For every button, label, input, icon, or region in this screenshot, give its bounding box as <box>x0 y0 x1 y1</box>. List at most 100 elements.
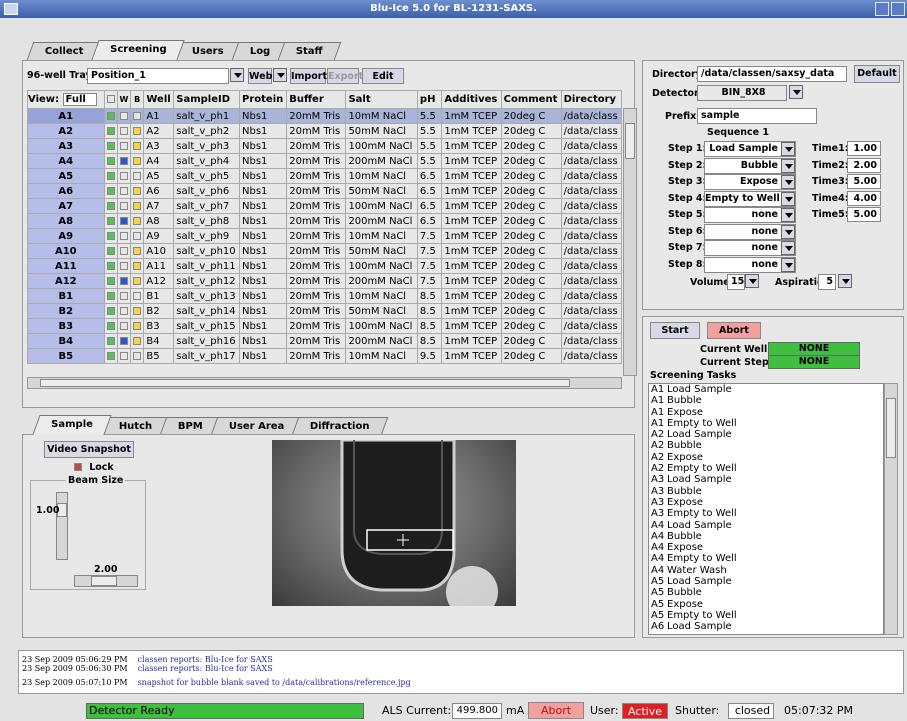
cell-salt[interactable]: 50mM NaCl <box>345 243 418 259</box>
cell-salt[interactable]: 200mM NaCl <box>345 153 418 169</box>
cell-ph[interactable]: 8.5 <box>416 288 443 304</box>
row-b-checkbox[interactable] <box>130 318 145 334</box>
cell-salt[interactable]: 100mM NaCl <box>345 258 418 274</box>
cell-salt[interactable]: 200mM NaCl <box>345 273 418 289</box>
cell-comment[interactable]: 20deg C <box>500 288 562 304</box>
window-menu-icon[interactable] <box>4 3 18 15</box>
web-button[interactable]: Web <box>248 68 272 84</box>
row-select-checkbox[interactable] <box>103 213 118 229</box>
step-dropdown-icon[interactable] <box>781 224 795 239</box>
well-cell[interactable]: A8 <box>27 213 105 229</box>
cell-salt[interactable]: 100mM NaCl <box>345 138 418 154</box>
cell-add[interactable]: 1mM TCEP <box>441 303 502 319</box>
cell-buffer[interactable]: 20mM Tris <box>286 258 347 274</box>
cell-ph[interactable]: 8.5 <box>416 333 443 349</box>
cell-protein[interactable]: Nbs1 <box>238 258 288 274</box>
cell-comment[interactable]: 20deg C <box>500 273 562 289</box>
screening-tasks-list[interactable]: A1 Load Sample A1 Bubble A1 Expose A1 Empty to … <box>648 383 884 635</box>
task-item[interactable]: A1 Load Sample <box>649 384 883 395</box>
cell-comment[interactable]: 20deg C <box>500 333 562 349</box>
row-b-checkbox[interactable] <box>130 138 145 154</box>
cell-dir[interactable]: /data/class <box>560 123 623 139</box>
global-abort-button[interactable]: Abort <box>528 702 584 719</box>
task-item[interactable]: A2 Bubble <box>649 440 883 451</box>
task-item[interactable]: A2 Expose <box>649 452 883 463</box>
well-cell[interactable]: A10 <box>27 243 105 259</box>
cell-add[interactable]: 1mM TCEP <box>441 153 502 169</box>
cell-protein[interactable]: Nbs1 <box>238 108 288 124</box>
header-salt[interactable]: Salt <box>345 90 418 109</box>
row-select-checkbox[interactable] <box>103 303 118 319</box>
well-cell[interactable]: A6 <box>27 183 105 199</box>
cell-comment[interactable]: 20deg C <box>500 153 562 169</box>
row-b-checkbox[interactable] <box>130 303 145 319</box>
task-item[interactable]: A5 Expose <box>649 599 883 610</box>
cell-dir[interactable]: /data/class <box>560 153 623 169</box>
cell-ph[interactable]: 7.5 <box>416 258 443 274</box>
cell-protein[interactable]: Nbs1 <box>238 228 288 244</box>
row-b-checkbox[interactable] <box>130 183 145 199</box>
well-cell[interactable]: B1 <box>27 288 105 304</box>
cell-comment[interactable]: 20deg C <box>500 228 562 244</box>
well-cell[interactable]: B5 <box>27 348 105 364</box>
task-item[interactable]: A3 Empty to Well <box>649 508 883 519</box>
step-dropdown-icon[interactable] <box>781 257 795 272</box>
cell-protein[interactable]: Nbs1 <box>238 123 288 139</box>
cell-id[interactable]: A4 <box>143 153 175 169</box>
row-select-checkbox[interactable] <box>103 108 118 124</box>
well-cell[interactable]: A9 <box>27 228 105 244</box>
header-additives[interactable]: Additives <box>441 90 502 109</box>
well-cell[interactable]: A2 <box>27 123 105 139</box>
view-select[interactable]: Full <box>62 93 97 106</box>
cell-sample[interactable]: salt_v_ph1 <box>173 108 240 124</box>
cell-dir[interactable]: /data/class <box>560 213 623 229</box>
cell-ph[interactable]: 5.5 <box>416 138 443 154</box>
cell-comment[interactable]: 20deg C <box>500 168 562 184</box>
task-item[interactable]: A3 Expose <box>649 497 883 508</box>
row-b-checkbox[interactable] <box>130 153 145 169</box>
cell-sample[interactable]: salt_v_ph15 <box>173 318 240 334</box>
cell-dir[interactable]: /data/class <box>560 138 623 154</box>
cell-dir[interactable]: /data/class <box>560 258 623 274</box>
detector-select[interactable]: BIN_8X8 <box>697 85 787 101</box>
cell-ph[interactable]: 7.5 <box>416 243 443 259</box>
detector-dropdown-icon[interactable] <box>789 85 803 99</box>
task-item[interactable]: A1 Bubble <box>649 395 883 406</box>
cell-dir[interactable]: /data/class <box>560 183 623 199</box>
row-select-checkbox[interactable] <box>103 123 118 139</box>
well-cell[interactable]: A7 <box>27 198 105 214</box>
table-row[interactable]: A11 A11 salt_v_ph11 Nbs1 20mM Tris 100mM NaCl… <box>27 258 623 274</box>
cell-buffer[interactable]: 20mM Tris <box>286 198 347 214</box>
table-row[interactable]: A1 A1 salt_v_ph1 Nbs1 20mM Tris 10mM NaCl 5.5 1… <box>27 108 623 124</box>
cell-add[interactable]: 1mM TCEP <box>441 273 502 289</box>
tray-dropdown-icon[interactable] <box>230 68 244 82</box>
cell-add[interactable]: 1mM TCEP <box>441 288 502 304</box>
cell-salt[interactable]: 200mM NaCl <box>345 213 418 229</box>
row-w-checkbox[interactable] <box>116 348 132 364</box>
table-vertical-scrollbar[interactable] <box>623 108 637 376</box>
row-w-checkbox[interactable] <box>116 288 132 304</box>
cell-buffer[interactable]: 20mM Tris <box>286 243 347 259</box>
cell-salt[interactable]: 10mM NaCl <box>345 348 418 364</box>
tasks-vertical-scrollbar[interactable] <box>884 383 898 635</box>
cell-add[interactable]: 1mM TCEP <box>441 258 502 274</box>
cell-buffer[interactable]: 20mM Tris <box>286 228 347 244</box>
task-item[interactable]: A1 Expose <box>649 407 883 418</box>
row-b-checkbox[interactable] <box>130 333 145 349</box>
tab-diffraction[interactable]: Diffraction <box>292 417 389 435</box>
edit-button[interactable]: Edit <box>362 68 404 84</box>
abort-button[interactable]: Abort <box>707 322 761 339</box>
cell-protein[interactable]: Nbs1 <box>238 303 288 319</box>
table-row[interactable]: B5 B5 salt_v_ph17 Nbs1 20mM Tris 10mM NaCl 9.5… <box>27 348 623 364</box>
table-row[interactable]: A4 A4 salt_v_ph4 Nbs1 20mM Tris 200mM NaCl 5.5… <box>27 153 623 169</box>
cell-protein[interactable]: Nbs1 <box>238 348 288 364</box>
cell-ph[interactable]: 6.5 <box>416 183 443 199</box>
row-w-checkbox[interactable] <box>116 123 132 139</box>
default-button[interactable]: Default <box>854 65 900 83</box>
cell-buffer[interactable]: 20mM Tris <box>286 333 347 349</box>
row-w-checkbox[interactable] <box>116 198 132 214</box>
cell-id[interactable]: A12 <box>143 273 175 289</box>
table-row[interactable]: A10 A10 salt_v_ph10 Nbs1 20mM Tris 50mM NaCl 7… <box>27 243 623 259</box>
tab-collect[interactable]: Collect <box>26 42 102 60</box>
row-select-checkbox[interactable] <box>103 243 118 259</box>
